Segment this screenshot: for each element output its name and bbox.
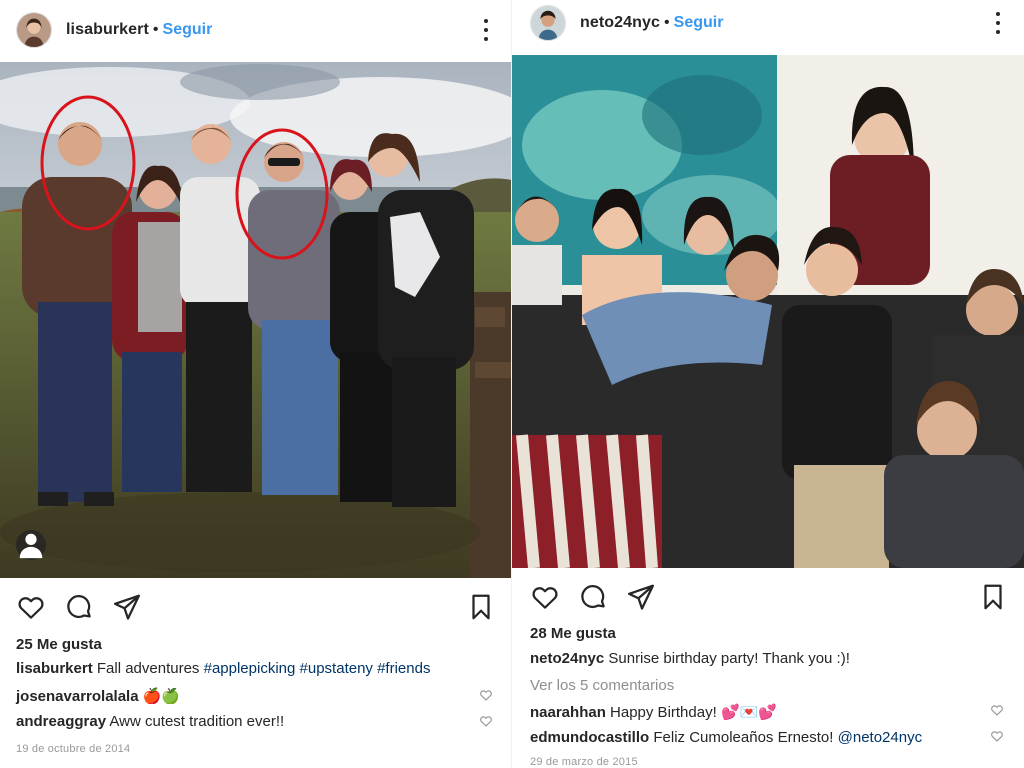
comment-row: josenavarrolalala 🍎🍏	[16, 687, 180, 705]
action-bar	[512, 574, 1024, 618]
post-header: lisaburkert • Seguir	[0, 0, 512, 60]
comment-username[interactable]: naarahhan	[530, 704, 606, 721]
comment-icon[interactable]	[64, 592, 94, 622]
post-photo[interactable]	[0, 62, 512, 578]
send-icon[interactable]	[112, 592, 142, 622]
comment-username[interactable]: edmundocastillo	[530, 729, 649, 746]
post-photo[interactable]	[512, 55, 1024, 568]
username[interactable]: lisaburkert	[66, 21, 149, 39]
comment-row: naarahhan Happy Birthday! 💕💌💕	[530, 703, 777, 721]
follow-button[interactable]: Seguir	[163, 21, 213, 39]
caption-username[interactable]: lisaburkert	[16, 660, 93, 677]
caption-text: Sunrise birthday party! Thank you :)!	[608, 650, 850, 667]
comment-heart-icon[interactable]	[479, 688, 493, 702]
caption: neto24nyc Sunrise birthday party! Thank …	[530, 650, 850, 667]
post-header: neto24nyc • Seguir	[512, 0, 1024, 46]
more-options-icon[interactable]	[482, 19, 490, 41]
comment-row: edmundocastillo Feliz Cumoleaños Ernesto…	[530, 729, 922, 746]
separator: •	[152, 21, 159, 38]
comment-row: andreaggray Aww cutest tradition ever!!	[16, 713, 284, 730]
avatar[interactable]	[16, 12, 52, 48]
send-icon[interactable]	[626, 582, 656, 612]
comment-username[interactable]: josenavarrolalala	[16, 688, 139, 705]
comment-heart-icon[interactable]	[479, 714, 493, 728]
caption-text: Fall adventures	[96, 660, 200, 677]
separator: •	[664, 14, 670, 31]
bookmark-icon[interactable]	[978, 582, 1008, 612]
likes-count[interactable]: 28 Me gusta	[530, 625, 616, 642]
heart-icon[interactable]	[16, 592, 46, 622]
action-bar	[0, 584, 512, 628]
username[interactable]: neto24nyc	[580, 14, 660, 32]
caption-username[interactable]: neto24nyc	[530, 650, 604, 667]
comment-username[interactable]: andreaggray	[16, 713, 106, 730]
caption: lisaburkert Fall adventures #applepickin…	[16, 660, 430, 677]
comment-heart-icon[interactable]	[990, 703, 1004, 717]
post-date: 19 de octubre de 2014	[16, 743, 131, 755]
heart-icon[interactable]	[530, 582, 560, 612]
user-tag-icon[interactable]	[16, 530, 46, 560]
view-comments-link[interactable]: Ver los 5 comentarios	[530, 677, 674, 694]
mention-link[interactable]: @neto24nyc	[838, 729, 922, 746]
likes-count[interactable]: 25 Me gusta	[16, 636, 102, 653]
instagram-post-lisaburkert: lisaburkert • Seguir 25 Me gusta lisabur…	[0, 0, 512, 768]
more-options-icon[interactable]	[994, 12, 1002, 34]
hashtag-link[interactable]: #friends	[377, 660, 430, 677]
comment-emoji: 💕💌💕	[720, 703, 777, 721]
comment-text: Aww cutest tradition ever!!	[109, 713, 285, 730]
instagram-post-neto24nyc: neto24nyc • Seguir 28 Me gusta neto24nyc…	[512, 0, 1024, 768]
avatar[interactable]	[530, 5, 566, 41]
hashtag-link[interactable]: #applepicking	[204, 660, 296, 677]
comment-text: Feliz Cumoleaños Ernesto!	[653, 729, 834, 746]
comment-text: 🍎🍏	[142, 687, 181, 705]
hashtag-link[interactable]: #upstateny	[300, 660, 373, 677]
bookmark-icon[interactable]	[466, 592, 496, 622]
comment-icon[interactable]	[578, 582, 608, 612]
follow-button[interactable]: Seguir	[674, 14, 724, 32]
comment-text: Happy Birthday!	[610, 704, 717, 721]
post-date: 29 de marzo de 2015	[530, 756, 638, 768]
comment-heart-icon[interactable]	[990, 729, 1004, 743]
